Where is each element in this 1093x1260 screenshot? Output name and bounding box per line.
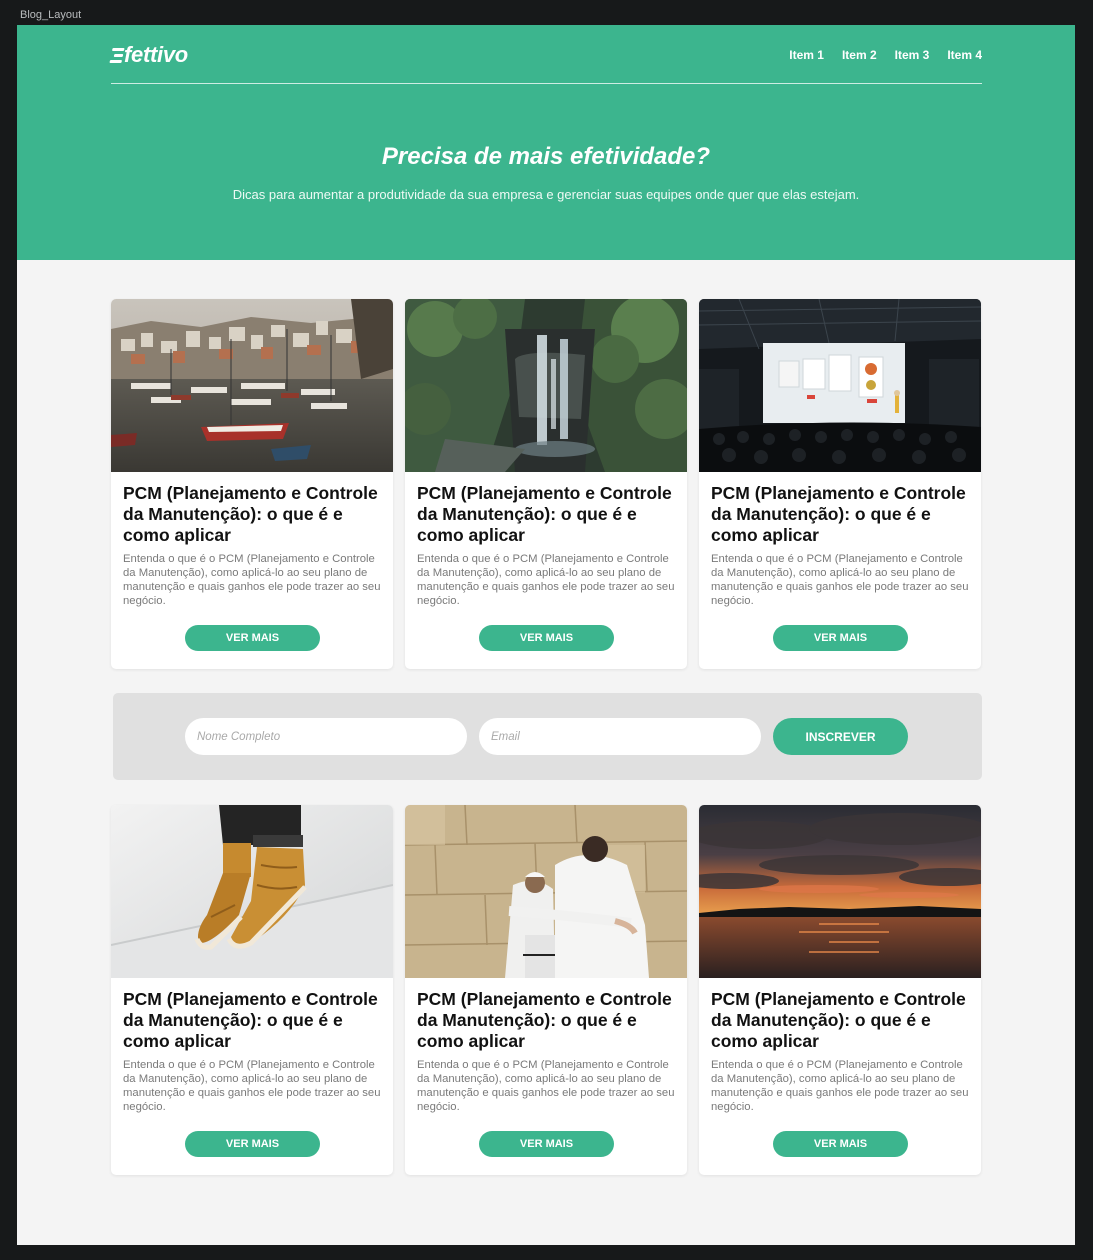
logo-mark-icon xyxy=(109,47,125,64)
post-card: PCM (Planejamento e Controle da Manutenç… xyxy=(699,805,981,1175)
post-description: Entenda o que é o PCM (Planejamento e Co… xyxy=(123,553,381,607)
frame-label: Blog_Layout xyxy=(20,9,82,21)
post-card: PCM (Planejamento e Controle da Manutenç… xyxy=(111,805,393,1175)
logo[interactable]: fettivo xyxy=(109,42,188,68)
post-title[interactable]: PCM (Planejamento e Controle da Manutenç… xyxy=(711,989,973,1052)
read-more-button[interactable]: VER MAIS xyxy=(185,1131,320,1157)
harbor-photo[interactable] xyxy=(111,299,393,472)
post-card: PCM (Planejamento e Controle da Manutenç… xyxy=(111,299,393,669)
blog-page: fettivo Item 1 Item 2 Item 3 Item 4 Prec… xyxy=(17,25,1075,1245)
navbar: fettivo Item 1 Item 2 Item 3 Item 4 xyxy=(109,25,982,84)
post-title[interactable]: PCM (Planejamento e Controle da Manutenç… xyxy=(417,483,679,546)
post-card: PCM (Planejamento e Controle da Manutenç… xyxy=(405,299,687,669)
read-more-button[interactable]: VER MAIS xyxy=(185,625,320,651)
post-description: Entenda o que é o PCM (Planejamento e Co… xyxy=(417,1059,675,1113)
conference-photo[interactable] xyxy=(699,299,981,472)
post-title[interactable]: PCM (Planejamento e Controle da Manutenç… xyxy=(711,483,973,546)
read-more-button[interactable]: VER MAIS xyxy=(479,625,614,651)
sunset-lake-photo[interactable] xyxy=(699,805,981,978)
nav-item-3[interactable]: Item 3 xyxy=(895,48,930,62)
post-description: Entenda o que é o PCM (Planejamento e Co… xyxy=(123,1059,381,1113)
post-title[interactable]: PCM (Planejamento e Controle da Manutenç… xyxy=(123,483,385,546)
post-title[interactable]: PCM (Planejamento e Controle da Manutenç… xyxy=(417,989,679,1052)
hero-subtitle: Dicas para aumentar a produtividade da s… xyxy=(232,187,860,202)
post-description: Entenda o que é o PCM (Planejamento e Co… xyxy=(711,1059,969,1113)
waterfall-photo[interactable] xyxy=(405,299,687,472)
hero-title: Precisa de mais efetividade? xyxy=(381,143,711,170)
post-title[interactable]: PCM (Planejamento e Controle da Manutenç… xyxy=(123,989,385,1052)
sneakers-photo[interactable] xyxy=(111,805,393,978)
email-input[interactable] xyxy=(479,718,761,755)
post-card: PCM (Planejamento e Controle da Manutenç… xyxy=(699,299,981,669)
main-nav: Item 1 Item 2 Item 3 Item 4 xyxy=(789,48,982,62)
subscribe-button[interactable]: INSCREVER xyxy=(773,718,908,755)
newsletter-form: INSCREVER xyxy=(113,693,982,780)
read-more-button[interactable]: VER MAIS xyxy=(479,1131,614,1157)
read-more-button[interactable]: VER MAIS xyxy=(773,1131,908,1157)
wall-prayer-photo[interactable] xyxy=(405,805,687,978)
post-description: Entenda o que é o PCM (Planejamento e Co… xyxy=(711,553,969,607)
nav-item-2[interactable]: Item 2 xyxy=(842,48,877,62)
nav-item-4[interactable]: Item 4 xyxy=(947,48,982,62)
logo-text: fettivo xyxy=(124,42,188,67)
post-card: PCM (Planejamento e Controle da Manutenç… xyxy=(405,805,687,1175)
post-description: Entenda o que é o PCM (Planejamento e Co… xyxy=(417,553,675,607)
nav-item-1[interactable]: Item 1 xyxy=(789,48,824,62)
hero-section: fettivo Item 1 Item 2 Item 3 Item 4 Prec… xyxy=(17,25,1075,260)
read-more-button[interactable]: VER MAIS xyxy=(773,625,908,651)
full-name-input[interactable] xyxy=(185,718,467,755)
